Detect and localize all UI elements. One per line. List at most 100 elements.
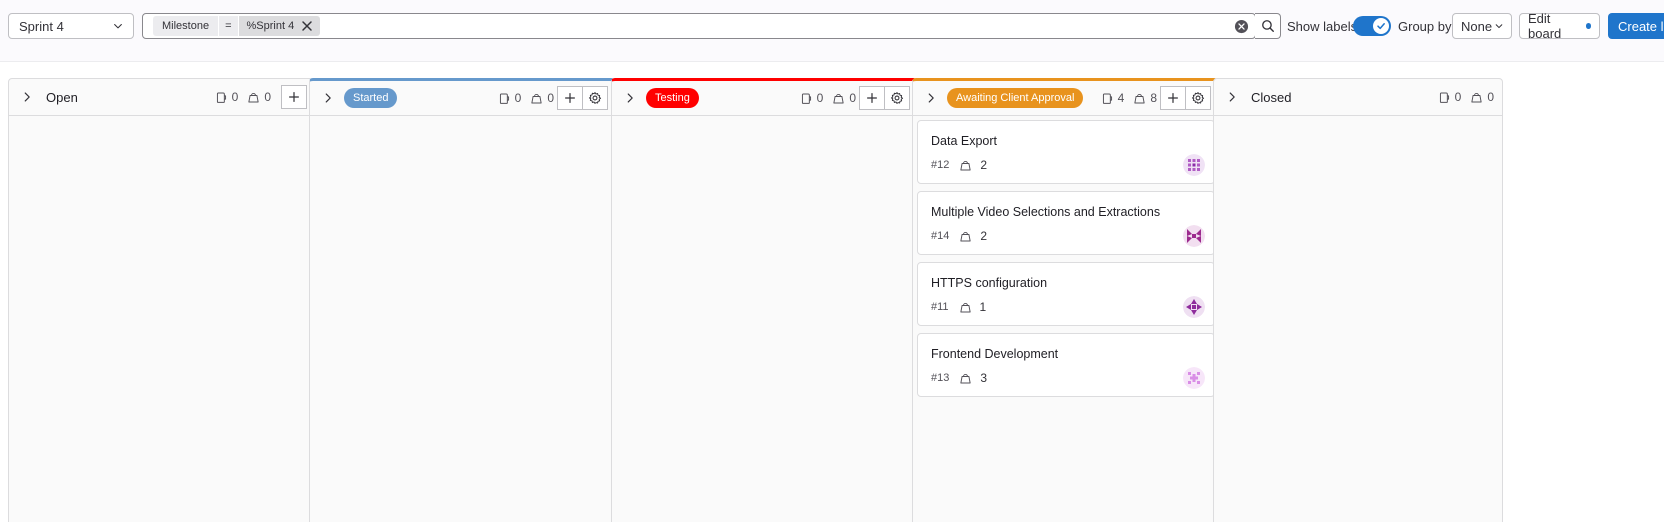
avatar[interactable] (1183, 367, 1205, 389)
issue-reference: #14 (931, 230, 950, 242)
group-by-select[interactable]: None (1452, 13, 1512, 39)
avatar[interactable] (1183, 154, 1205, 176)
weight-icon (959, 159, 972, 172)
chevron-right-icon[interactable] (1225, 90, 1239, 104)
issue-meta: #13 3 (931, 371, 987, 385)
chevron-down-icon (112, 20, 124, 32)
list-title: Open (46, 89, 78, 105)
issues-icon (1101, 92, 1114, 105)
show-labels-label: Show labels (1287, 19, 1358, 34)
create-list-button[interactable]: Create list (1608, 13, 1664, 39)
show-labels-toggle[interactable] (1353, 16, 1391, 36)
filter-token[interactable]: Milestone = %Sprint 4 (153, 16, 321, 36)
issue-reference: #13 (931, 372, 950, 384)
search-button[interactable] (1255, 13, 1281, 39)
weight-icon (530, 92, 543, 105)
filter-token-operator: = (219, 16, 238, 36)
list-counts: 0 0 (800, 81, 856, 115)
new-issue-button[interactable] (557, 86, 583, 110)
issues-icon (215, 91, 228, 104)
issue-card[interactable]: Multiple Video Selections and Extraction… (917, 191, 1215, 255)
board-list-awaiting-client-approval: Awaiting Client Approval 4 8 Data Export… (912, 78, 1218, 522)
weight-count: 0 (247, 90, 271, 104)
chevron-down-icon (1495, 24, 1503, 29)
list-settings-button[interactable] (582, 86, 608, 110)
issue-card[interactable]: Data Export #12 2 (917, 120, 1215, 184)
issue-meta: #12 2 (931, 158, 987, 172)
issues-icon (800, 92, 813, 105)
filter-token-value: %Sprint 4 (238, 16, 321, 36)
weight-count: 0 (1470, 90, 1494, 104)
plus-icon (287, 90, 301, 104)
plus-icon (1166, 91, 1180, 105)
chevron-right-icon[interactable] (20, 90, 34, 104)
weight-count: 0 (530, 91, 554, 105)
group-by-value: None (1461, 18, 1493, 34)
list-settings-button[interactable] (1185, 86, 1211, 110)
plus-icon (865, 91, 879, 105)
issue-count: 0 (1438, 90, 1461, 104)
issue-count: 0 (215, 90, 238, 104)
list-header: Closed 0 0 (1214, 79, 1502, 116)
board-switcher[interactable]: Sprint 4 (8, 13, 134, 39)
list-header: Open 0 0 (9, 79, 313, 116)
issue-weight: 3 (959, 371, 987, 385)
filtered-search-input[interactable]: Milestone = %Sprint 4 (142, 13, 1256, 39)
issue-weight: 2 (959, 158, 987, 172)
issue-card[interactable]: HTTPS configuration #11 1 (917, 262, 1215, 326)
list-header: Awaiting Client Approval 4 8 (913, 81, 1217, 116)
close-icon[interactable] (298, 17, 316, 35)
clear-icon[interactable] (1234, 19, 1249, 34)
weight-icon (1133, 92, 1146, 105)
create-list-label: Create list (1618, 18, 1664, 34)
issue-count: 0 (498, 91, 521, 105)
list-title: Closed (1251, 89, 1292, 105)
check-icon (1373, 18, 1389, 34)
issue-reference: #12 (931, 159, 950, 171)
weight-icon (959, 372, 972, 385)
issue-title[interactable]: Multiple Video Selections and Extraction… (931, 205, 1160, 219)
issue-weight: 1 (959, 300, 986, 314)
weight-count: 0 (832, 91, 856, 105)
issues-icon (498, 92, 511, 105)
issue-title[interactable]: HTTPS configuration (931, 276, 1047, 290)
avatar[interactable] (1183, 225, 1205, 247)
chevron-right-icon[interactable] (924, 91, 938, 105)
gear-icon (890, 91, 904, 105)
issue-count: 0 (800, 91, 823, 105)
group-by-label: Group by (1398, 19, 1452, 34)
notification-dot (1585, 23, 1591, 29)
issue-card-list: Data Export #12 2 Multiple Video Selecti… (913, 116, 1217, 408)
weight-icon (247, 91, 260, 104)
board-list-closed: Closed 0 0 (1213, 78, 1503, 522)
weight-count: 8 (1133, 91, 1157, 105)
new-issue-button[interactable] (859, 86, 885, 110)
list-counts: 4 8 (1101, 81, 1157, 115)
edit-board-label: Edit board (1528, 11, 1562, 41)
filter-token-value-text: %Sprint 4 (246, 20, 295, 32)
list-counts: 0 0 (498, 81, 554, 115)
gear-icon (588, 91, 602, 105)
new-issue-button[interactable] (281, 85, 307, 109)
filter-token-field: Milestone (153, 16, 219, 36)
issue-weight: 2 (959, 229, 987, 243)
list-label: Awaiting Client Approval (947, 88, 1084, 108)
issue-title[interactable]: Data Export (931, 134, 997, 148)
gear-icon (1191, 91, 1205, 105)
board-list-testing: Testing 0 0 (611, 78, 917, 522)
avatar[interactable] (1183, 296, 1205, 318)
board-list-open: Open 0 0 (8, 78, 314, 522)
chevron-right-icon[interactable] (623, 91, 637, 105)
issue-card[interactable]: Frontend Development #13 3 (917, 333, 1215, 397)
issue-title[interactable]: Frontend Development (931, 347, 1058, 361)
list-settings-button[interactable] (884, 86, 910, 110)
edit-board-button[interactable]: Edit board (1519, 11, 1600, 41)
list-counts: 0 0 (215, 79, 271, 115)
plus-icon (563, 91, 577, 105)
weight-icon (832, 92, 845, 105)
weight-icon (959, 230, 972, 243)
chevron-right-icon[interactable] (321, 91, 335, 105)
list-label: Testing (646, 88, 699, 108)
list-counts: 0 0 (1438, 79, 1494, 115)
new-issue-button[interactable] (1160, 86, 1186, 110)
